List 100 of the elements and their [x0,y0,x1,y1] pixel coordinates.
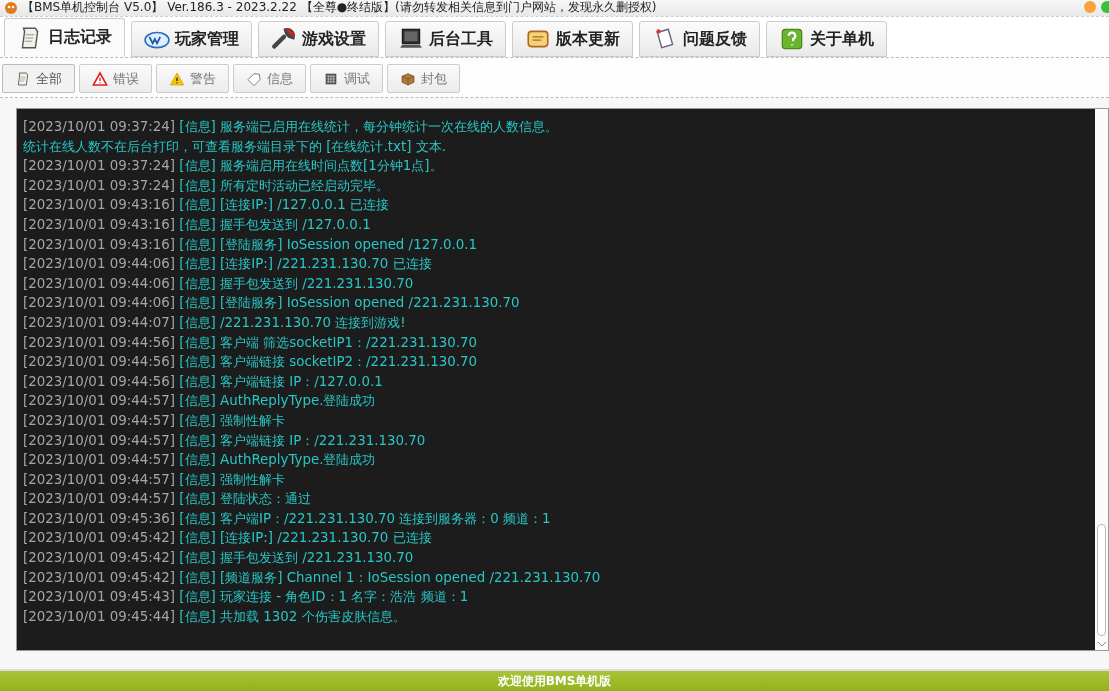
filter-tab[interactable]: 调试 [310,64,383,93]
log-timestamp: [2023/10/01 09:44:07] [23,314,176,330]
log-level: [信息] [179,295,216,311]
help-icon [779,26,805,52]
log-message: 所有定时活动已经启动完毕。 [220,177,389,193]
log-message: 共加载 1302 个伤害皮肤信息。 [220,608,406,624]
main-tab[interactable]: 日志记录 [4,18,125,57]
log-message: [连接IP:] /221.231.130.70 已连接 [220,256,432,272]
log-level: [信息] [179,550,216,566]
main-tab[interactable]: 游戏设置 [258,21,379,57]
log-timestamp: [2023/10/01 09:44:56] [23,334,176,350]
log-level: [信息] [179,393,216,409]
log-level: [信息] [179,119,216,134]
log-message: 客户端 筛选socketIP1：/221.231.130.70 [220,334,478,350]
log-timestamp: [2023/10/01 09:37:24] [23,158,176,174]
log-message: [频道服务] Channel 1 : IoSession opened /221.231.130.70 [220,569,601,585]
warning-icon [169,70,185,87]
log-timestamp: [2023/10/01 09:43:16] [23,236,176,252]
log-level: [信息] [179,530,216,546]
log-timestamp: [2023/10/01 09:45:42] [23,530,176,546]
log-message: 服务端启用在线时间点数[1分钟1点]。 [220,158,443,174]
log-message: 强制性解卡 [220,412,285,428]
app-logo-icon [4,0,18,14]
log-level: [信息] [179,177,216,193]
log-level: [信息] [179,608,216,624]
log-timestamp: [2023/10/01 09:37:24] [23,119,176,134]
log-timestamp: [2023/10/01 09:43:16] [23,216,176,232]
log-timestamp: [2023/10/01 09:37:24] [23,177,176,193]
log-level: [信息] [179,510,216,526]
log-timestamp: [2023/10/01 09:45:43] [23,589,176,605]
log-message: [登陆服务] IoSession opened /127.0.0.1 [220,236,478,252]
log-level: [信息] [179,373,216,389]
log-timestamp: [2023/10/01 09:44:56] [23,354,176,370]
log-timestamp: [2023/10/01 09:44:57] [23,393,176,409]
main-tab[interactable]: 问题反馈 [639,21,760,57]
log-level: [信息] [179,197,216,213]
main-tab[interactable]: 版本更新 [512,21,633,57]
main-tab[interactable]: 玩家管理 [131,21,252,57]
log-level: [信息] [179,158,216,174]
log-timestamp: [2023/10/01 09:44:06] [23,275,176,291]
scroll-down-icon[interactable] [1096,640,1107,648]
log-level: [信息] [179,256,216,272]
box-icon [400,70,416,87]
log-level: [信息] [179,569,216,585]
wrench-icon [271,26,297,52]
log-timestamp: [2023/10/01 09:45:44] [23,608,176,624]
tag-icon [246,70,262,87]
log-timestamp: [2023/10/01 09:44:06] [23,256,176,272]
main-tab[interactable]: 后台工具 [385,21,506,57]
log-timestamp: [2023/10/01 09:44:56] [23,373,176,389]
log-timestamp: [2023/10/01 09:43:16] [23,197,176,213]
log-message: [连接IP:] /221.231.130.70 已连接 [220,530,432,546]
filter-tab[interactable]: 信息 [233,64,306,93]
log-message: [登陆服务] IoSession opened /221.231.130.70 [220,295,520,311]
log-message: AuthReplyType.登陆成功 [220,452,376,468]
log-message: AuthReplyType.登陆成功 [220,393,376,409]
log-level: [信息] [179,432,216,448]
log-level: [信息] [179,491,216,507]
log-level: [信息] [179,452,216,468]
log-message: 客户端链接 IP：/127.0.0.1 [220,373,383,389]
log-message: [连接IP:] /127.0.0.1 已连接 [220,197,389,213]
filter-tab[interactable]: 警告 [156,64,229,93]
log-message: 强制性解卡 [220,471,285,487]
log-message: 登陆状态：通过 [220,491,311,507]
log-message: 握手包发送到 /221.231.130.70 [220,550,414,566]
filter-tab[interactable]: 全部 [2,64,75,93]
log-timestamp: [2023/10/01 09:44:57] [23,491,176,507]
log-level: [信息] [179,334,216,350]
log-message: 客户端链接 IP：/221.231.130.70 [220,432,426,448]
log-message: 客户端链接 socketIP2：/221.231.130.70 [220,354,478,370]
scrollbar[interactable] [1095,109,1108,650]
log-message: 统计在线人数不在后台打印，可查看服务端目录下的 [在线统计.txt] 文本. [23,138,446,154]
note-icon [15,70,31,87]
error-icon [92,70,108,87]
status-text: 欢迎使用BMS单机版 [497,672,612,690]
filter-tab[interactable]: 封包 [387,64,460,93]
window-title: 【BMS单机控制台 V5.0】 Ver.186.3 - 2023.2.22 【全尊●终结版】(请勿转发相关信息到门户网站，发现永久删授权) [22,0,658,16]
log-timestamp: [2023/10/01 09:44:57] [23,432,176,448]
log-message: 客户端IP：/221.231.130.70 连接到服务器：0 频道：1 [220,510,551,526]
log-level: [信息] [179,471,216,487]
log-level: [信息] [179,589,216,605]
log-timestamp: [2023/10/01 09:45:36] [23,510,176,526]
log-level: [信息] [179,216,216,232]
log-message: 握手包发送到 /127.0.0.1 [220,216,371,232]
log-level: [信息] [179,314,216,330]
log-level: [信息] [179,354,216,370]
log-level: [信息] [179,236,216,252]
log-level: [信息] [179,275,216,291]
log-level: [信息] [179,412,216,428]
log-timestamp: [2023/10/01 09:45:42] [23,569,176,585]
log-timestamp: [2023/10/01 09:45:42] [23,550,176,566]
scrollbar-thumb[interactable] [1097,524,1106,636]
minimize-button[interactable] [1084,1,1096,13]
log-timestamp: [2023/10/01 09:44:06] [23,295,176,311]
log-timestamp: [2023/10/01 09:44:57] [23,412,176,428]
log-message: 服务端已启用在线统计，每分钟统计一次在线的人数信息。 [220,119,558,134]
filter-tab[interactable]: 错误 [79,64,152,93]
log-message: 玩家连接 - 角色ID：1 名字：浩浩 频道：1 [220,589,469,605]
main-tab[interactable]: 关于单机 [766,21,887,57]
log-timestamp: [2023/10/01 09:44:57] [23,452,176,468]
